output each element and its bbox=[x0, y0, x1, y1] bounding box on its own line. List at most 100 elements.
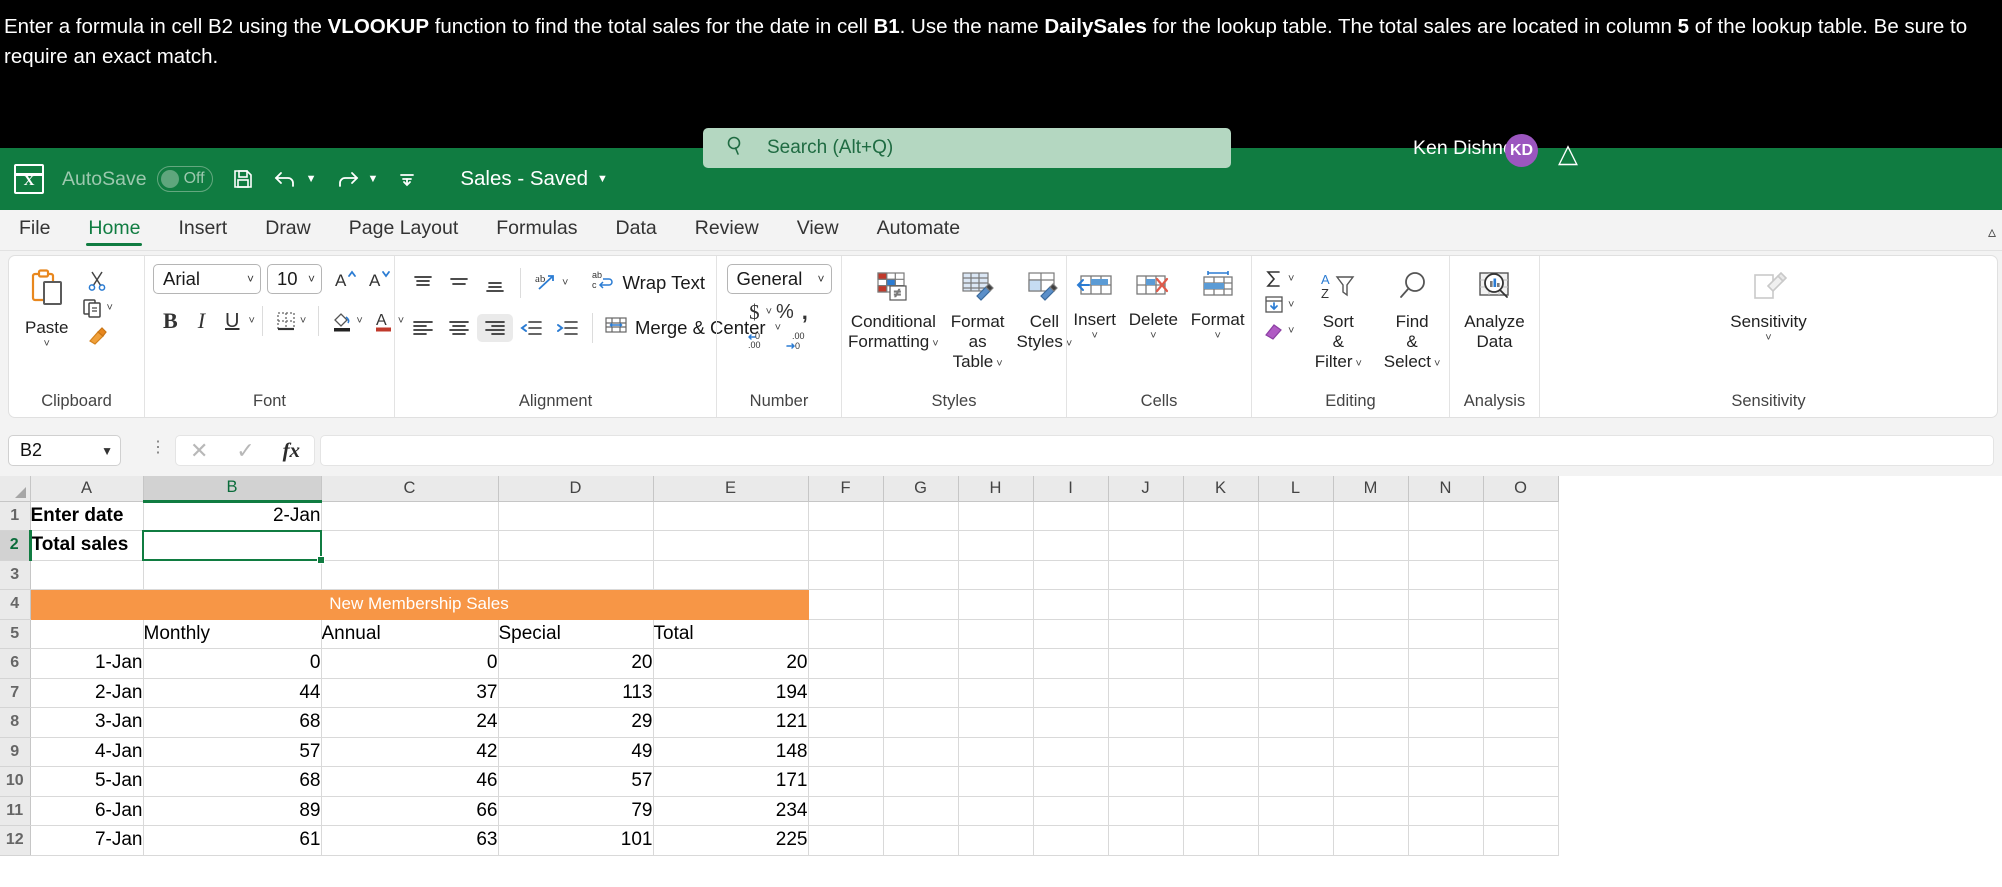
insert-cells-caret-icon[interactable]: ˅ bbox=[1091, 330, 1097, 342]
cell-K11[interactable] bbox=[1183, 796, 1259, 826]
name-box-caret-icon[interactable]: ▼ bbox=[101, 444, 113, 458]
cell-H3[interactable] bbox=[958, 560, 1034, 590]
tab-insert[interactable]: Insert bbox=[159, 210, 246, 250]
cell-N11[interactable] bbox=[1408, 796, 1484, 826]
borders-icon[interactable]: ˅ bbox=[270, 307, 311, 335]
cell-O12[interactable] bbox=[1483, 825, 1559, 856]
redo-dropdown-caret-icon[interactable]: ▼ bbox=[367, 173, 378, 185]
confirm-icon[interactable]: ✓ bbox=[236, 438, 254, 464]
clear-icon[interactable]: ˅ bbox=[1258, 318, 1299, 344]
cell-D5[interactable]: Special bbox=[498, 619, 654, 649]
analyze-data-button[interactable]: Analyze Data bbox=[1458, 268, 1530, 354]
cell-B12[interactable]: 61 bbox=[143, 825, 322, 856]
format-cells-button[interactable]: Format ˅ bbox=[1185, 268, 1251, 344]
grid-cell[interactable] bbox=[958, 589, 1034, 620]
cell-G7[interactable] bbox=[883, 678, 959, 708]
delete-cells-caret-icon[interactable]: ˅ bbox=[1150, 330, 1156, 342]
spreadsheet-grid[interactable]: A B C D E F G H I J K L M N O 1 Enter dat… bbox=[0, 476, 2002, 887]
cell-N7[interactable] bbox=[1408, 678, 1484, 708]
cell-O2[interactable] bbox=[1483, 530, 1559, 561]
ribbon-display-options-icon[interactable]: ▵ bbox=[1988, 222, 1996, 242]
cell-L7[interactable] bbox=[1258, 678, 1334, 708]
cell-D6[interactable]: 20 bbox=[498, 648, 654, 679]
decrease-decimal-icon[interactable]: 0 .00 bbox=[741, 327, 779, 353]
fill-color-caret-icon[interactable]: ˅ bbox=[356, 315, 362, 327]
grid-cell[interactable] bbox=[1408, 589, 1484, 620]
grid-cell[interactable] bbox=[1483, 589, 1559, 620]
cell-N10[interactable] bbox=[1408, 766, 1484, 797]
tab-file[interactable]: File bbox=[0, 210, 69, 250]
cell-A2[interactable]: Total sales bbox=[30, 530, 144, 561]
sensitivity-caret-icon[interactable]: ˅ bbox=[1765, 332, 1771, 344]
cell-K7[interactable] bbox=[1183, 678, 1259, 708]
row-header-2[interactable]: 2 bbox=[0, 530, 32, 561]
cell-J8[interactable] bbox=[1108, 707, 1184, 738]
cell-E3[interactable] bbox=[653, 560, 809, 590]
number-format-combo[interactable]: General ˅ bbox=[726, 264, 832, 294]
cell-I8[interactable] bbox=[1033, 707, 1109, 738]
find-select-button[interactable]: Find & Select ˅ bbox=[1375, 268, 1449, 374]
clear-caret-icon[interactable]: ˅ bbox=[1288, 325, 1294, 337]
cell-N2[interactable] bbox=[1408, 530, 1484, 561]
cell-H12[interactable] bbox=[958, 825, 1034, 856]
cell-A7[interactable]: 2-Jan bbox=[30, 678, 144, 708]
cell-I12[interactable] bbox=[1033, 825, 1109, 856]
cell-K9[interactable] bbox=[1183, 737, 1259, 767]
cell-M3[interactable] bbox=[1333, 560, 1409, 590]
cell-A1[interactable]: Enter date bbox=[30, 501, 144, 531]
undo-icon[interactable] bbox=[273, 167, 299, 191]
cell-J11[interactable] bbox=[1108, 796, 1184, 826]
grid-cell[interactable] bbox=[1183, 589, 1259, 620]
cell-N6[interactable] bbox=[1408, 648, 1484, 679]
cell-D10[interactable]: 57 bbox=[498, 766, 654, 797]
cell-L3[interactable] bbox=[1258, 560, 1334, 590]
delete-cells-button[interactable]: Delete ˅ bbox=[1123, 268, 1184, 344]
cell-N8[interactable] bbox=[1408, 707, 1484, 738]
number-format-caret-icon[interactable]: ˅ bbox=[817, 272, 824, 286]
cell-A5[interactable] bbox=[30, 619, 144, 649]
cell-F2[interactable] bbox=[808, 530, 884, 561]
cell-G10[interactable] bbox=[883, 766, 959, 797]
cut-icon[interactable] bbox=[76, 266, 117, 294]
cell-L8[interactable] bbox=[1258, 707, 1334, 738]
cell-M10[interactable] bbox=[1333, 766, 1409, 797]
cell-C7[interactable]: 37 bbox=[321, 678, 499, 708]
cell-F9[interactable] bbox=[808, 737, 884, 767]
column-header-l[interactable]: L bbox=[1258, 476, 1334, 502]
cell-M2[interactable] bbox=[1333, 530, 1409, 561]
row-header-12[interactable]: 12 bbox=[0, 825, 31, 856]
underline-button[interactable]: U bbox=[215, 310, 245, 333]
increase-font-size-icon[interactable]: A bbox=[328, 264, 362, 294]
cell-E1[interactable] bbox=[653, 501, 809, 531]
format-as-table-caret-icon[interactable]: ˅ bbox=[996, 358, 1002, 370]
cell-L9[interactable] bbox=[1258, 737, 1334, 767]
cell-C8[interactable]: 24 bbox=[321, 707, 499, 738]
cell-H6[interactable] bbox=[958, 648, 1034, 679]
cell-N12[interactable] bbox=[1408, 825, 1484, 856]
cell-G11[interactable] bbox=[883, 796, 959, 826]
cell-L6[interactable] bbox=[1258, 648, 1334, 679]
cell-F8[interactable] bbox=[808, 707, 884, 738]
cell-L11[interactable] bbox=[1258, 796, 1334, 826]
cell-J6[interactable] bbox=[1108, 648, 1184, 679]
decrease-indent-icon[interactable] bbox=[513, 314, 549, 342]
paste-button[interactable]: Paste ˅ bbox=[19, 266, 74, 352]
percent-format-button[interactable]: % bbox=[772, 301, 798, 324]
cell-O7[interactable] bbox=[1483, 678, 1559, 708]
cell-M7[interactable] bbox=[1333, 678, 1409, 708]
column-header-f[interactable]: F bbox=[808, 476, 884, 502]
cell-B8[interactable]: 68 bbox=[143, 707, 322, 738]
cell-F7[interactable] bbox=[808, 678, 884, 708]
increase-decimal-icon[interactable]: .00 0 bbox=[779, 327, 817, 353]
cell-J9[interactable] bbox=[1108, 737, 1184, 767]
cell-I9[interactable] bbox=[1033, 737, 1109, 767]
row-header-7[interactable]: 7 bbox=[0, 678, 31, 708]
cell-F6[interactable] bbox=[808, 648, 884, 679]
save-icon[interactable] bbox=[231, 167, 255, 191]
autosum-icon[interactable]: ˅ bbox=[1258, 266, 1299, 292]
cell-O5[interactable] bbox=[1483, 619, 1559, 649]
fill-color-icon[interactable]: ˅ bbox=[326, 306, 367, 336]
redo-icon[interactable] bbox=[334, 167, 360, 191]
cell-J3[interactable] bbox=[1108, 560, 1184, 590]
cell-E7[interactable]: 194 bbox=[653, 678, 809, 708]
